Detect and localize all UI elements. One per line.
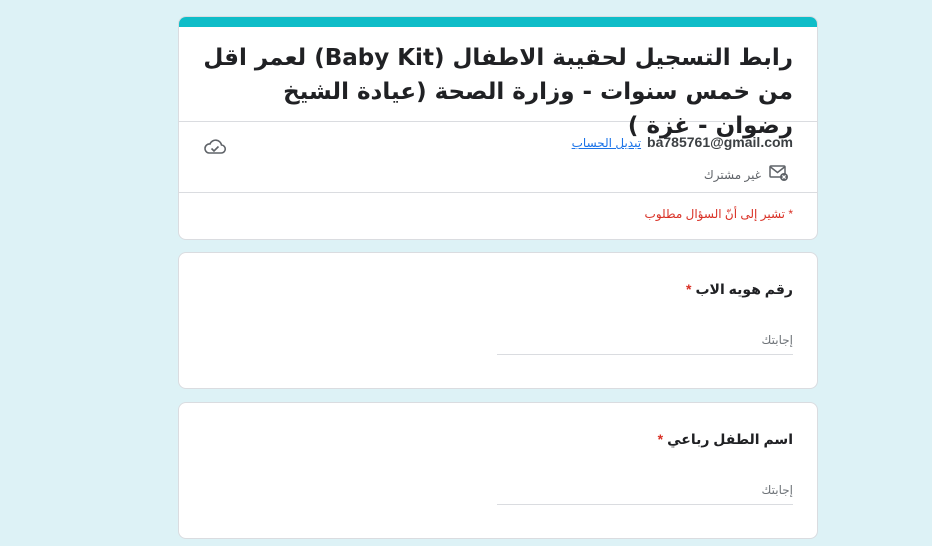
not-shared-status: غير مشترك <box>704 164 789 185</box>
question-card: رقم هويه الاب* <box>178 252 818 389</box>
divider <box>179 192 817 193</box>
account-row: ba785761@gmail.com تبديل الحساب غير مشتر… <box>179 122 817 192</box>
not-shared-label: غير مشترك <box>703 167 761 182</box>
question-text: رقم هويه الاب <box>695 281 793 297</box>
form-title: رابط التسجيل لحقيبة الاطفال (Baby Kit) ل… <box>203 45 793 139</box>
cloud-check-icon <box>203 138 227 161</box>
account-email: ba785761@gmail.com <box>647 134 793 150</box>
question-label: رقم هويه الاب* <box>686 281 793 298</box>
question-label: اسم الطفل رباعي* <box>658 431 793 448</box>
switch-account-link[interactable]: تبديل الحساب <box>572 136 641 150</box>
form-header-card: رابط التسجيل لحقيبة الاطفال (Baby Kit) ل… <box>178 16 818 240</box>
question-card: اسم الطفل رباعي* <box>178 402 818 539</box>
required-star: * <box>657 431 664 447</box>
required-star: * <box>686 281 692 297</box>
answer-input[interactable] <box>497 329 793 355</box>
required-note: * تشير إلى أنّ السؤال مطلوب <box>644 207 793 221</box>
mail-off-icon <box>769 164 789 185</box>
accent-bar <box>179 17 817 27</box>
question-text: اسم الطفل رباعي <box>667 431 793 447</box>
answer-input[interactable] <box>497 479 793 505</box>
account-line: ba785761@gmail.com تبديل الحساب <box>572 134 793 150</box>
